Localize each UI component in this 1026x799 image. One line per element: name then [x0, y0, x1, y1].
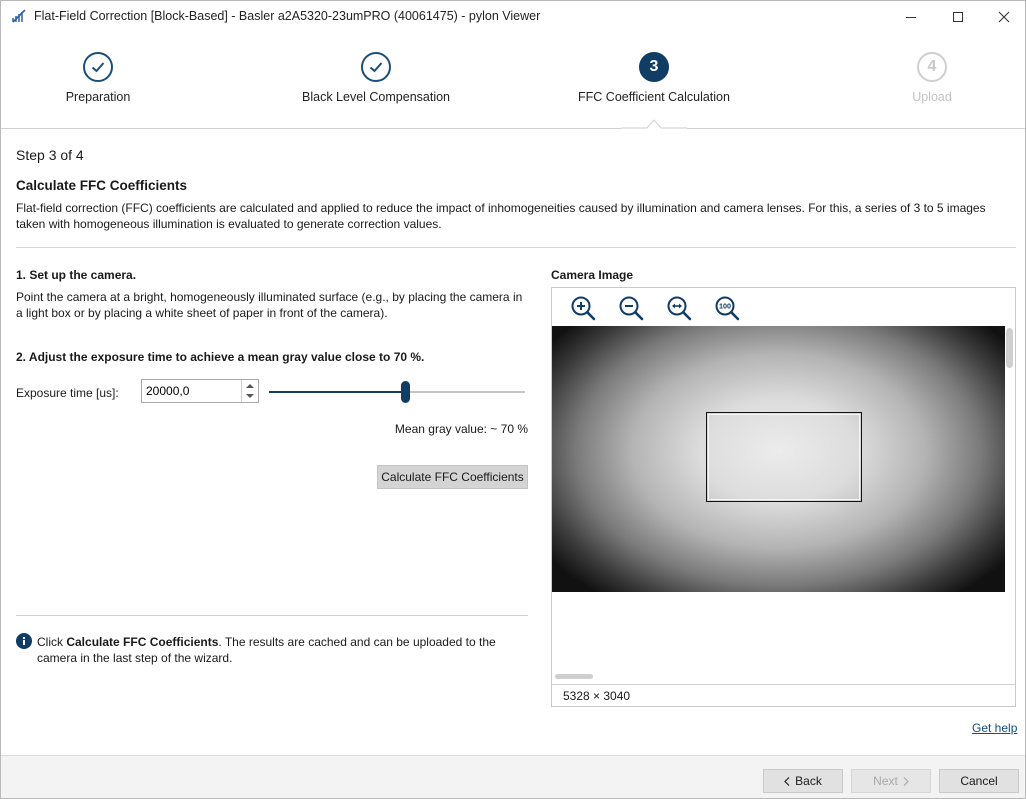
exposure-time-input[interactable]	[142, 380, 246, 402]
image-toolbar: 100	[552, 288, 1015, 326]
page-description: Flat-field correction (FFC) coefficients…	[16, 201, 986, 231]
pylon-app-icon	[12, 9, 26, 23]
slider-fill	[269, 391, 405, 393]
zoom-100-button[interactable]: 100	[713, 294, 741, 322]
wizard-stepper: Preparation Black Level Compensation 3 F…	[1, 32, 1025, 129]
maximize-icon	[953, 11, 963, 22]
calculate-ffc-button[interactable]: Calculate FFC Coefficients	[377, 465, 528, 489]
chevron-right-icon	[903, 776, 909, 786]
back-label: Back	[795, 774, 822, 788]
zoom-100-icon: 100	[715, 296, 740, 321]
exposure-time-spinbox	[141, 379, 259, 403]
image-resolution: 5328 × 3040	[563, 689, 631, 703]
divider	[16, 247, 1016, 248]
camera-image-title: Camera Image	[551, 268, 634, 282]
mean-gray-value: Mean gray value: ~ 70 %	[394, 422, 528, 436]
zoom-out-icon	[619, 296, 644, 321]
horizontal-scrollbar[interactable]	[555, 674, 593, 679]
minimize-button[interactable]	[888, 1, 934, 32]
step-3-label: FFC Coefficient Calculation	[578, 90, 730, 104]
step-counter: Step 3 of 4	[16, 147, 84, 163]
wizard-footer: Back Next Cancel	[1, 755, 1025, 798]
step-1-circle	[83, 52, 113, 82]
zoom-in-icon	[571, 296, 596, 321]
page-title: Calculate FFC Coefficients	[16, 178, 188, 193]
wizard-window: Flat-Field Correction [Block-Based] - Ba…	[0, 0, 1026, 799]
next-label: Next	[873, 774, 898, 788]
info-text-bold: Calculate FFC Coefficients	[66, 635, 219, 649]
slider-thumb[interactable]	[401, 381, 410, 403]
chevron-down-icon	[246, 394, 254, 398]
vertical-scrollbar[interactable]	[1006, 328, 1013, 368]
close-icon	[998, 11, 1010, 22]
step-preparation: Preparation	[1, 52, 198, 104]
step-2-circle	[361, 52, 391, 82]
setup-text: Point the camera at a bright, homogeneou…	[16, 290, 523, 320]
divider	[16, 615, 528, 616]
title-bar: Flat-Field Correction [Block-Based] - Ba…	[1, 1, 1025, 32]
image-status-bar: 5328 × 3040	[552, 684, 1015, 707]
step-content: Step 3 of 4 Calculate FFC Coefficients F…	[1, 129, 1025, 755]
checkmark-icon	[369, 62, 383, 73]
info-text-prefix: Click	[37, 635, 67, 649]
step-upload: 4 Upload	[832, 52, 1025, 104]
step-4-label: Upload	[912, 90, 952, 104]
fit-to-window-button[interactable]	[665, 294, 693, 322]
chevron-up-icon	[246, 384, 254, 388]
cancel-label: Cancel	[960, 774, 998, 788]
step-2-label: Black Level Compensation	[302, 90, 450, 104]
info-message: Click Calculate FFC Coefficients. The re…	[37, 634, 532, 666]
camera-image-view[interactable]	[552, 326, 1005, 592]
exposure-time-slider[interactable]	[269, 381, 525, 403]
chevron-left-icon	[784, 776, 790, 786]
zoom-out-button[interactable]	[617, 294, 645, 322]
maximize-button[interactable]	[935, 1, 981, 32]
step-black-level: Black Level Compensation	[276, 52, 476, 104]
exposure-time-label: Exposure time [us]:	[16, 386, 119, 400]
camera-image-panel: 100 5328 × 3040	[551, 287, 1016, 707]
get-help-link[interactable]: Get help	[972, 721, 1017, 735]
step-ffc-calculation: 3 FFC Coefficient Calculation	[554, 52, 754, 104]
step-3-circle: 3	[639, 52, 669, 82]
spin-down-button[interactable]	[242, 391, 258, 402]
minimize-icon	[906, 16, 916, 18]
roi-rectangle[interactable]	[706, 412, 862, 502]
info-icon	[16, 633, 32, 649]
checkmark-icon	[91, 62, 105, 73]
spin-arrows	[241, 380, 258, 402]
setup-heading: 1. Set up the camera.	[16, 268, 137, 282]
next-button[interactable]: Next	[851, 769, 931, 793]
zoom-100-label: 100	[719, 302, 731, 311]
spin-up-button[interactable]	[242, 380, 258, 391]
adjust-heading: 2. Adjust the exposure time to achieve a…	[16, 350, 425, 364]
step-4-circle: 4	[917, 52, 947, 82]
fit-to-window-icon	[667, 296, 692, 321]
cancel-button[interactable]: Cancel	[939, 769, 1019, 793]
close-button[interactable]	[981, 1, 1025, 32]
window-title: Flat-Field Correction [Block-Based] - Ba…	[34, 9, 541, 23]
back-button[interactable]: Back	[763, 769, 843, 793]
zoom-in-button[interactable]	[569, 294, 597, 322]
step-1-label: Preparation	[65, 90, 131, 104]
